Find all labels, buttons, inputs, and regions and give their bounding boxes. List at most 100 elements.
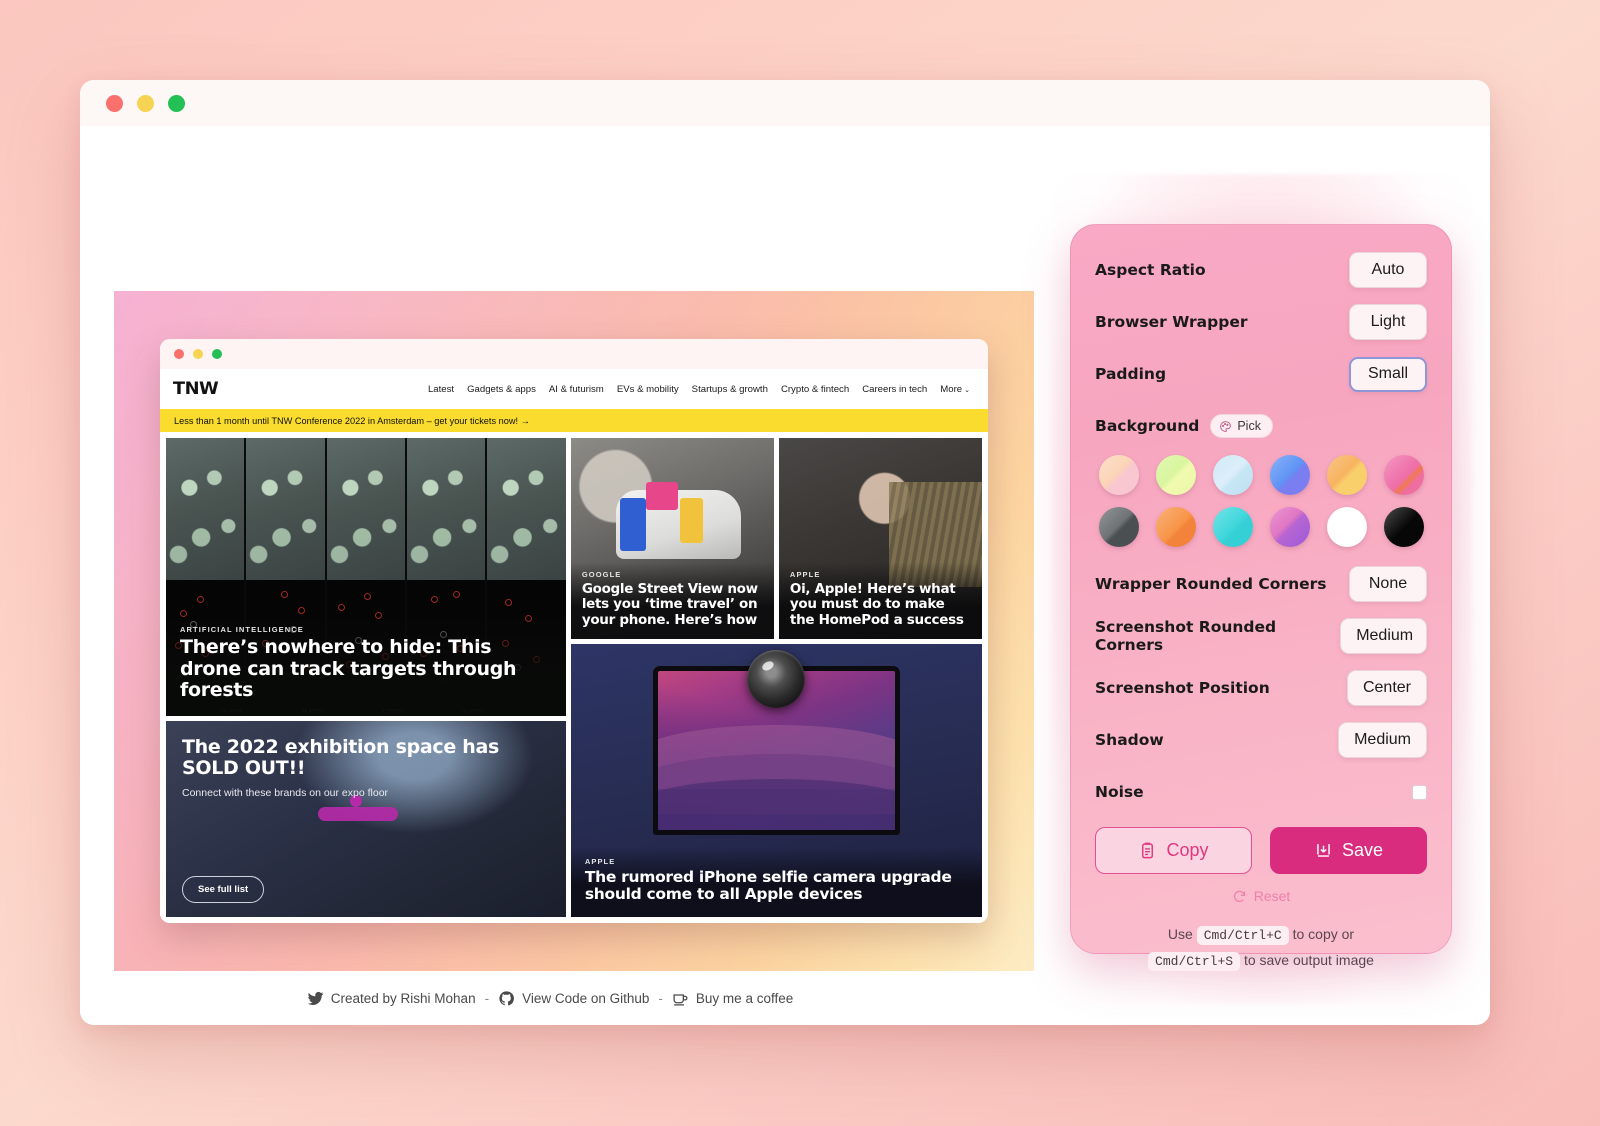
article-card-iphone[interactable]: APPLE The rumored iPhone selfie camera u… [570,644,982,917]
swatch-peach-gradient[interactable] [1098,455,1139,495]
pick-label: Pick [1237,419,1261,433]
tnw-article-grid: 14.969% 38.451% [160,432,988,923]
nav-link-startups[interactable]: Startups & growth [692,384,768,395]
copy-label: Copy [1166,840,1209,860]
save-button[interactable]: Save [1270,827,1427,874]
download-icon [1317,844,1330,857]
foliage-tile [407,438,486,580]
credit-twitter[interactable]: Created by Rishi Mohan [307,990,476,1007]
tnw-nav-links: Latest Gadgets & apps AI & futurism EVs … [428,384,974,395]
tnw-logo[interactable]: TNW [173,379,219,399]
swatch-lime-gradient[interactable] [1155,455,1196,495]
setting-row-shadow: Shadow Medium [1095,721,1427,759]
article-headline[interactable]: There’s nowhere to hide: This drone can … [180,636,552,702]
close-button[interactable] [106,94,123,112]
nav-link-careers[interactable]: Careers in tech [862,384,927,395]
credit-label: View Code on Github [522,991,650,1006]
screenshot-position-select[interactable]: Center [1346,670,1427,706]
chevron-down-icon: ⌄ [964,386,970,394]
foliage-tile [326,438,406,580]
setting-row-background: Background Pick [1095,407,1427,445]
swatch-cyan-solid[interactable] [1212,507,1253,547]
setting-row-screenshot-rounded-corners: Screenshot Rounded Corners Medium [1095,617,1427,655]
article-column-right: GOOGLE Google Street View now lets you ‘… [570,438,983,917]
clipboard-icon [1142,842,1154,859]
maximize-button[interactable] [168,94,185,112]
refresh-icon [1233,890,1245,902]
padding-select[interactable]: Small [1349,356,1427,392]
captured-traffic-lights [174,349,222,359]
wrapper-rounded-corners-select[interactable]: None [1349,566,1427,602]
background-pick-button[interactable]: Pick [1210,414,1273,438]
browser-wrapper-select[interactable]: Light [1349,304,1427,340]
swatch-orange-solid[interactable] [1155,507,1196,547]
twitter-icon [307,991,324,1006]
kbd-save: Cmd/Ctrl+S [1148,952,1241,972]
google-text-overlay: GOOGLE Google Street View now lets you ‘… [570,562,774,640]
github-icon [499,991,515,1006]
app-body: TNW Latest Gadgets & apps AI & futurism … [80,126,1490,1025]
credit-coffee[interactable]: Buy me a coffee [672,990,793,1007]
screenshot-preview-stage[interactable]: TNW Latest Gadgets & apps AI & futurism … [114,291,1034,971]
car-stripe [645,482,679,511]
swatch-orange-yellow-gradient[interactable] [1326,455,1367,495]
article-headline[interactable]: The rumored iPhone selfie camera upgrade… [585,868,968,904]
article-kicker: ARTIFICIAL INTELLIGENCE [180,624,304,634]
setting-row-aspect-ratio: Aspect Ratio Auto [1095,251,1427,289]
homepod-text-overlay: APPLE Oi, Apple! Here’s what you must do… [778,562,983,640]
swatch-pink-orange-gradient[interactable] [1383,455,1424,495]
article-subtitle: Connect with these brands on our expo fl… [182,787,389,800]
settings-panel: Aspect Ratio Auto Browser Wrapper Light … [1070,224,1452,972]
article-card-google[interactable]: GOOGLE Google Street View now lets you ‘… [570,438,774,640]
nav-link-gadgets[interactable]: Gadgets & apps [467,384,536,395]
credit-label: Buy me a coffee [695,991,794,1006]
article-headline[interactable]: Oi, Apple! Here’s what you must do to ma… [790,581,971,628]
footer-credits: Created by Rishi Mohan - View Code on Gi… [80,990,1020,1007]
credit-separator: - [484,991,490,1006]
credit-github[interactable]: View Code on Github [498,990,649,1007]
nav-link-ai[interactable]: AI & futurism [549,384,604,395]
palette-icon [1220,420,1232,432]
coffee-icon [673,994,688,1006]
noise-checkbox[interactable] [1412,784,1427,800]
minimize-button[interactable] [137,94,154,112]
nav-link-more[interactable]: More ⌄ [940,384,970,395]
swatch-black-solid[interactable] [1383,507,1424,547]
article-card-homepod[interactable]: APPLE Oi, Apple! Here’s what you must do… [778,438,983,640]
app-window: TNW Latest Gadgets & apps AI & futurism … [80,80,1490,1025]
article-card-expo[interactable]: The 2022 exhibition space has SOLD OUT!!… [166,721,566,917]
swatch-purple-pink-gradient[interactable] [1269,507,1310,547]
screenshot-rounded-corners-select[interactable]: Medium [1340,618,1427,654]
captured-titlebar [160,339,988,369]
article-card-drone[interactable]: 14.969% 38.451% [166,438,566,716]
reset-button[interactable]: Reset [1095,888,1427,904]
setting-label: Shadow [1095,731,1164,749]
aspect-ratio-select[interactable]: Auto [1349,252,1427,288]
swatch-ice-blue-gradient[interactable] [1212,455,1253,495]
setting-label: Padding [1095,365,1167,383]
copy-button[interactable]: Copy [1095,827,1252,874]
article-column-left: 14.969% 38.451% [166,438,566,917]
setting-label: Noise [1095,783,1144,801]
setting-label: Browser Wrapper [1095,313,1248,331]
kbd-copy: Cmd/Ctrl+C [1196,926,1289,945]
nav-link-evs[interactable]: EVs & mobility [617,384,679,395]
shadow-select[interactable]: Medium [1338,722,1427,758]
article-headline[interactable]: The 2022 exhibition space has SOLD OUT!! [182,736,550,780]
swatch-gray-gradient[interactable] [1098,507,1139,547]
article-small-row: GOOGLE Google Street View now lets you ‘… [570,438,983,640]
article-kicker: GOOGLE [581,570,622,580]
hint-prefix: Use [1167,926,1193,942]
car-stripe [619,498,646,551]
swatch-white-solid[interactable] [1326,507,1367,547]
swatch-blue-gradient[interactable] [1269,455,1310,495]
see-full-list-button[interactable]: See full list [182,876,265,903]
captured-maximize-icon [212,349,222,359]
article-headline[interactable]: Google Street View now lets you ‘time tr… [582,581,763,628]
nav-link-crypto[interactable]: Crypto & fintech [781,384,849,395]
nav-link-latest[interactable]: Latest [428,384,454,395]
save-label: Save [1341,840,1384,860]
setting-row-wrapper-rounded-corners: Wrapper Rounded Corners None [1095,565,1427,603]
conference-banner[interactable]: Less than 1 month until TNW Conference 2… [160,409,988,432]
article-kicker: APPLE [584,856,616,866]
